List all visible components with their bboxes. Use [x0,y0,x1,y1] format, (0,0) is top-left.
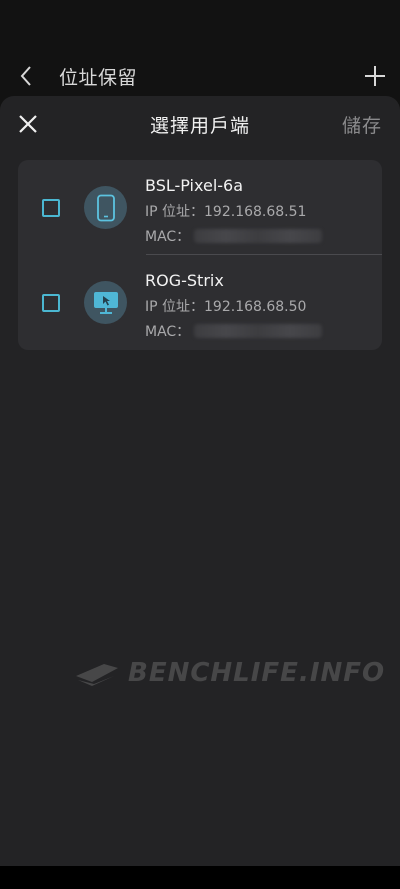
save-button[interactable]: 儲存 [342,111,382,138]
watermark-logo-icon [76,664,118,686]
device-mac: MAC： [145,226,323,246]
device-ip: IP 位址：192.168.68.51 [145,204,307,220]
device-avatar [84,281,127,324]
select-client-sheet: 選擇用戶端 儲存 BSL-Pixel-6a IP 位址：192.168.68.5… [0,96,400,866]
client-list-card: BSL-Pixel-6a IP 位址：192.168.68.51 MAC： RO… [18,160,382,350]
device-ip: IP 位址：192.168.68.50 [145,299,307,315]
device-name: BSL-Pixel-6a [145,176,244,195]
client-row[interactable]: BSL-Pixel-6a IP 位址：192.168.68.51 MAC： [18,160,382,255]
mac-value-redacted [194,229,323,243]
client-row[interactable]: ROG-Strix IP 位址：192.168.68.50 MAC： [18,255,382,350]
device-name: ROG-Strix [145,271,224,290]
client-checkbox[interactable] [42,294,60,312]
mac-label: MAC： [145,229,191,245]
watermark-text: BENCHLIFE.INFO [128,658,386,688]
back-button[interactable] [14,62,38,90]
background-header: 位址保留 [0,0,400,110]
add-button[interactable] [362,62,388,90]
client-checkbox[interactable] [42,199,60,217]
device-avatar [84,186,127,229]
sheet-title: 選擇用戶端 [149,115,250,137]
chevron-left-icon [20,66,31,86]
mac-value-redacted [194,324,323,338]
watermark: BENCHLIFE.INFO [74,658,385,688]
device-mac: MAC： [145,321,323,341]
plus-icon [365,66,385,86]
system-navigation-bar [0,866,400,889]
desktop-monitor-icon [93,291,118,314]
background-page-title: 位址保留 [59,67,138,89]
phone-icon [96,194,115,221]
mac-label: MAC： [145,324,191,340]
